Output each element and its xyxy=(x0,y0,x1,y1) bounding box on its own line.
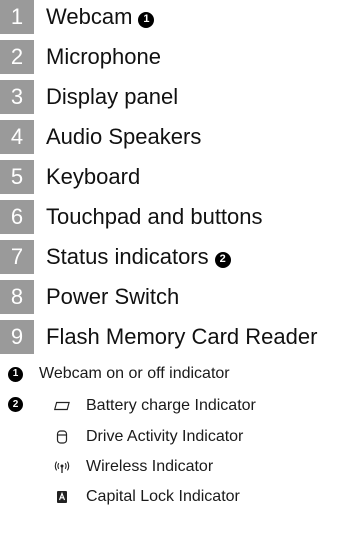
item-label: Display panel xyxy=(46,84,179,109)
item-label: Status indicators 2 xyxy=(46,244,231,270)
battery-icon xyxy=(54,398,70,414)
item-label-text: Webcam xyxy=(46,4,133,29)
list-item: 6 Touchpad and buttons xyxy=(0,200,263,234)
caps-lock-icon xyxy=(54,489,70,505)
item-label: Touchpad and buttons xyxy=(46,204,263,229)
footnote-text: Webcam on or off indicator xyxy=(39,365,230,382)
item-number: 3 xyxy=(0,80,34,114)
item-label: Microphone xyxy=(46,44,161,69)
item-number: 8 xyxy=(0,280,34,314)
indicator-item: Drive Activity Indicator xyxy=(54,428,243,446)
indicator-item: Capital Lock Indicator xyxy=(54,488,240,506)
item-label-text: Status indicators xyxy=(46,244,209,269)
note-badge: 2 xyxy=(8,397,23,412)
note-badge: 1 xyxy=(138,11,155,28)
indicator-label: Capital Lock Indicator xyxy=(86,488,240,505)
indicator-label: Battery charge Indicator xyxy=(86,397,256,414)
list-item: 7 Status indicators 2 xyxy=(0,240,231,274)
list-item: 5 Keyboard xyxy=(0,160,140,194)
item-label: Webcam 1 xyxy=(46,4,155,30)
item-label: Flash Memory Card Reader xyxy=(46,324,318,349)
item-label: Power Switch xyxy=(46,284,180,309)
note-badge: 2 xyxy=(214,251,231,268)
item-number: 9 xyxy=(0,320,34,354)
item-number: 4 xyxy=(0,120,34,154)
item-number: 6 xyxy=(0,200,34,234)
indicator-label: Wireless Indicator xyxy=(86,458,214,475)
list-item: 4 Audio Speakers xyxy=(0,120,201,154)
footnote-1: 1 Webcam on or off indicator xyxy=(8,365,230,383)
wireless-icon xyxy=(54,459,70,475)
item-number: 7 xyxy=(0,240,34,274)
item-label: Audio Speakers xyxy=(46,124,202,149)
list-item: 9 Flash Memory Card Reader xyxy=(0,320,317,354)
list-item: 3 Display panel xyxy=(0,80,178,114)
footnote-2: 2 xyxy=(8,397,23,412)
item-label: Keyboard xyxy=(46,164,141,189)
item-number: 2 xyxy=(0,40,34,74)
indicator-item: Battery charge Indicator xyxy=(54,397,256,415)
note-badge: 1 xyxy=(8,366,23,382)
list-item: 1 Webcam 1 xyxy=(0,0,155,34)
indicator-item: Wireless Indicator xyxy=(54,458,213,476)
drive-icon xyxy=(54,429,70,445)
item-number: 5 xyxy=(0,160,34,194)
list-item: 2 Microphone xyxy=(0,40,161,74)
list-item: 8 Power Switch xyxy=(0,280,179,314)
item-number: 1 xyxy=(0,0,34,34)
indicator-label: Drive Activity Indicator xyxy=(86,428,244,445)
